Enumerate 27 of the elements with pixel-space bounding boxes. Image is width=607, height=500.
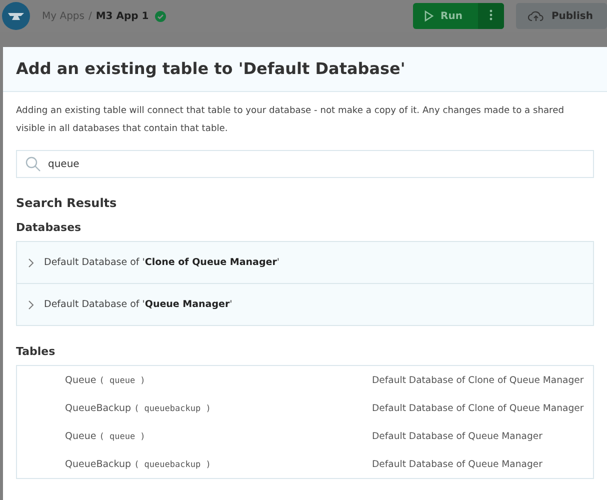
table-database: Default Database of Clone of Queue Manager <box>372 402 584 414</box>
breadcrumb-separator: / <box>88 10 92 22</box>
section-heading: Search Results <box>16 196 118 210</box>
table-name[interactable]: QueueBackup ( queuebackup ) <box>65 402 372 414</box>
description-text: visible in all databases that contain that table. <box>16 123 229 136</box>
table-database: Default Database of Clone of Queue Manager <box>372 374 584 386</box>
table-name[interactable]: Queue ( queue ) <box>65 374 372 386</box>
dialog-title: Add an existing table to 'Default Database' <box>16 59 406 78</box>
section-heading: Databases <box>16 221 82 234</box>
table-name[interactable]: Queue ( queue ) <box>65 430 372 442</box>
search-field[interactable]: queue <box>16 150 594 178</box>
database-row[interactable]: Default Database of 'Queue Manager' <box>17 283 593 325</box>
table-name[interactable]: QueueBackup ( queuebackup ) <box>65 458 372 470</box>
database-row[interactable]: Default Database of 'Clone of Queue Manager' <box>17 242 593 283</box>
database-label: Default Database of 'Queue Manager' <box>44 299 232 310</box>
cloud-upload-icon <box>528 10 544 22</box>
check-icon <box>154 10 166 22</box>
database-label: Default Database of 'Clone of Queue Manager' <box>44 257 280 268</box>
play-icon <box>424 10 434 22</box>
table-database: Default Database of Queue Manager <box>372 458 542 470</box>
kebab-icon <box>489 8 494 20</box>
table-database: Default Database of Queue Manager <box>372 430 542 442</box>
description-text: Adding an existing table will connect that table to your database - not make a copy of it. Any changes made to a shared <box>16 105 565 118</box>
search-icon <box>25 156 41 172</box>
anvil-logo-icon[interactable] <box>2 2 30 30</box>
section-heading: Tables <box>16 345 56 358</box>
app-name: M3 App 1 <box>96 10 149 22</box>
